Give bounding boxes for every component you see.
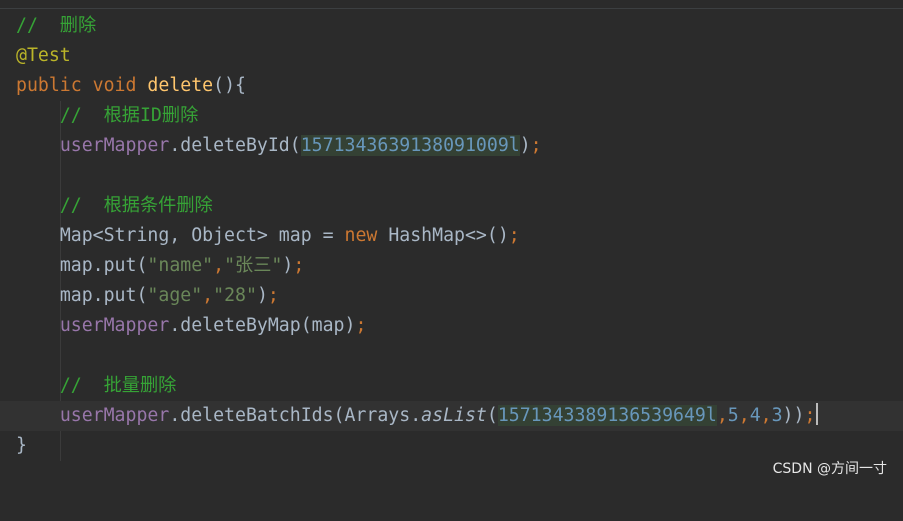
closing-brace: } <box>16 435 27 456</box>
code-line-2[interactable]: @Test <box>0 41 903 71</box>
code-line-3[interactable]: public void delete(){ <box>0 71 903 101</box>
comment-delete-by-condition: // 根据条件删除 <box>59 195 213 216</box>
comment-batch-delete: // 批量删除 <box>59 375 177 396</box>
comma: , <box>738 405 750 426</box>
code-line-8[interactable]: Map<String, Object> map = new HashMap<>(… <box>0 221 903 251</box>
code-line-4[interactable]: // 根据ID删除 <box>0 101 903 131</box>
field-user-mapper: userMapper <box>59 315 170 336</box>
close-paren: ) <box>282 255 294 276</box>
semicolon: ; <box>804 405 816 426</box>
comma: , <box>716 405 728 426</box>
editor-top-border <box>0 8 903 9</box>
keyword-void: void <box>92 75 137 96</box>
code-line-11[interactable]: userMapper.deleteByMap(map); <box>0 311 903 341</box>
code-line-9[interactable]: map.put("name","张三"); <box>0 251 903 281</box>
number-four: 4 <box>749 405 761 426</box>
code-line-10[interactable]: map.put("age","28"); <box>0 281 903 311</box>
code-line-13[interactable]: // 批量删除 <box>0 371 903 401</box>
test-annotation: @Test <box>16 45 71 66</box>
comma: , <box>213 255 225 276</box>
id-argument: 1571343639138091009l <box>300 135 520 156</box>
code-line-12[interactable] <box>0 341 903 371</box>
code-line-1[interactable]: // 删除 <box>0 11 903 41</box>
code-line-14-current[interactable]: userMapper.deleteBatchIds(Arrays.asList(… <box>0 401 903 431</box>
map-put-call: map.put( <box>59 255 148 276</box>
call-delete-batch-ids: .deleteBatchIds(Arrays. <box>169 405 422 426</box>
code-editor[interactable]: // 删除 @Test public void delete(){ // 根据I… <box>0 11 903 461</box>
map-declaration: Map<String, Object> map = <box>59 225 345 246</box>
comma: , <box>760 405 772 426</box>
method-signature-rest: (){ <box>213 75 246 96</box>
semicolon: ; <box>355 315 367 336</box>
keyword-public: public <box>16 75 82 96</box>
number-three: 3 <box>771 405 783 426</box>
method-name: delete <box>147 75 214 96</box>
string-name-value: "张三" <box>224 255 283 276</box>
string-age-value: "28" <box>213 285 257 306</box>
field-user-mapper: userMapper <box>59 405 170 426</box>
code-line-5[interactable]: userMapper.deleteById(157134363913809100… <box>0 131 903 161</box>
method-as-list: asList <box>421 405 487 426</box>
comma: , <box>202 285 214 306</box>
code-line-6[interactable] <box>0 161 903 191</box>
text-caret <box>816 403 819 425</box>
csdn-watermark: CSDN @方间一寸 <box>772 461 887 477</box>
number-five: 5 <box>727 405 739 426</box>
comment-delete: // 删除 <box>16 15 97 36</box>
close-parens: )) <box>782 405 805 426</box>
batch-id-argument: 1571343389136539649l <box>497 405 717 426</box>
call-delete-by-map: .deleteByMap(map) <box>169 315 356 336</box>
semicolon: ; <box>293 255 305 276</box>
close-paren: ) <box>519 135 531 156</box>
semicolon: ; <box>267 285 279 306</box>
semicolon: ; <box>530 135 542 156</box>
field-user-mapper: userMapper <box>59 135 170 156</box>
open-paren: ( <box>486 405 498 426</box>
call-delete-by-id: .deleteById( <box>169 135 301 156</box>
map-put-call: map.put( <box>59 285 148 306</box>
code-line-7[interactable]: // 根据条件删除 <box>0 191 903 221</box>
close-paren: ) <box>256 285 268 306</box>
code-line-15[interactable]: } <box>0 431 903 461</box>
string-name-key: "name" <box>147 255 214 276</box>
hashmap-constructor: HashMap<>() <box>377 225 509 246</box>
comment-delete-by-id: // 根据ID删除 <box>59 105 199 126</box>
semicolon: ; <box>508 225 520 246</box>
keyword-new: new <box>344 225 378 246</box>
string-age-key: "age" <box>147 285 203 306</box>
